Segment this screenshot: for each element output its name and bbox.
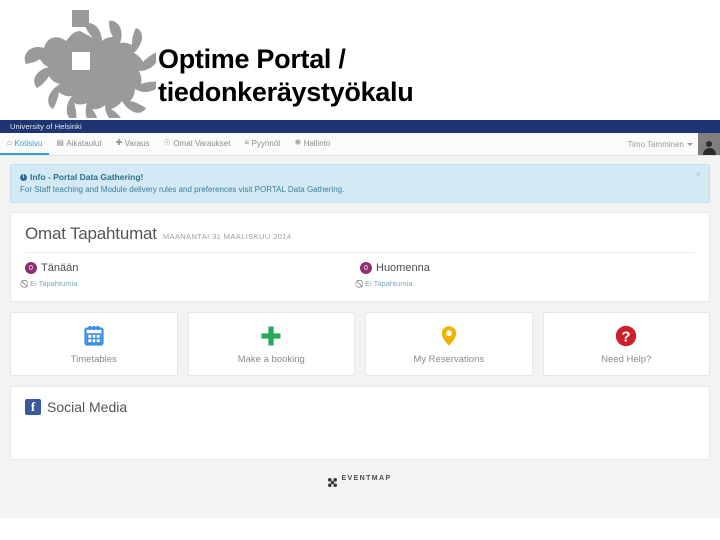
events-column-tomorrow: 0 Huomenna ⃠ Ei Tapahtumia bbox=[360, 262, 695, 288]
home-icon: ⌂ bbox=[7, 138, 12, 147]
tile-label: Timetables bbox=[70, 354, 117, 365]
status-badge: 0 bbox=[25, 262, 37, 274]
tile-label: Need Help? bbox=[601, 354, 652, 365]
user-name-label: Timo Tamminen bbox=[627, 139, 684, 149]
nav-item-aikataulut[interactable]: ▤ Aikataulut bbox=[49, 133, 108, 155]
tile-timetables[interactable]: Timetables bbox=[10, 312, 178, 376]
question-circle-icon: ? bbox=[614, 323, 638, 349]
info-alert: i Info - Portal Data Gathering! For Staf… bbox=[10, 164, 710, 203]
nav-item-varaus[interactable]: ✚ Varaus bbox=[109, 133, 157, 155]
map-pin-icon bbox=[437, 323, 461, 349]
book-icon: ▤ bbox=[56, 138, 64, 147]
calendar-icon bbox=[82, 323, 106, 349]
nav-item-kotisivu[interactable]: ⌂ Kotisivu bbox=[0, 133, 50, 155]
organisation-brand-bar: University of Helsinki bbox=[0, 120, 720, 133]
avatar[interactable] bbox=[698, 133, 720, 155]
app-footer: EVENTMAP bbox=[10, 470, 710, 487]
my-events-date: MAANANTAI 31 MAALISKUU 2014 bbox=[162, 232, 292, 241]
facebook-icon[interactable]: f bbox=[25, 399, 41, 415]
social-media-card: f Social Media bbox=[10, 386, 710, 460]
organisation-name: University of Helsinki bbox=[10, 122, 82, 131]
list-icon: ≡ bbox=[244, 138, 250, 147]
nav-item-label: Pyynnöt bbox=[251, 138, 281, 148]
nav-item-label: Omat Varaukset bbox=[173, 138, 231, 148]
tile-label: Make a booking bbox=[237, 354, 305, 365]
svg-text:?: ? bbox=[622, 329, 631, 346]
social-media-row[interactable]: f Social Media bbox=[25, 399, 695, 415]
info-alert-body: For Staff teaching and Module delivery r… bbox=[20, 185, 345, 194]
page-content: i Info - Portal Data Gathering! For Staf… bbox=[0, 156, 720, 518]
optime-portal-screenshot: University of Helsinki ⌂ Kotisivu ▤ Aika… bbox=[0, 120, 720, 518]
nav-item-list: ⌂ Kotisivu ▤ Aikataulut ✚ Varaus ☉ Omat … bbox=[0, 133, 337, 155]
plus-icon: ✚ bbox=[115, 138, 123, 147]
my-events-header: Omat Tapahtumat MAANANTAI 31 MAALISKUU 2… bbox=[25, 224, 695, 253]
nav-item-label: Aikataulut bbox=[66, 138, 102, 148]
tile-need-help[interactable]: ? Need Help? bbox=[542, 312, 710, 376]
social-media-label: Social Media bbox=[47, 399, 128, 415]
slide-header: Optime Portal / tiedonkeräystyökalu bbox=[0, 0, 720, 120]
nav-item-omat-varaukset[interactable]: ☉ Omat Varaukset bbox=[157, 133, 238, 155]
nav-item-label: Varaus bbox=[124, 138, 150, 148]
tile-my-reservations[interactable]: My Reservations bbox=[365, 312, 533, 376]
tile-label: My Reservations bbox=[413, 354, 485, 365]
gear-icon: ❋ bbox=[294, 138, 302, 147]
plus-icon bbox=[259, 323, 283, 349]
university-of-helsinki-flame-logo bbox=[24, 10, 156, 118]
nav-item-label: Hallinto bbox=[303, 138, 331, 148]
nav-item-hallinto[interactable]: ❋ Hallinto bbox=[288, 133, 338, 155]
nav-right-group: Timo Tamminen bbox=[623, 133, 720, 155]
tile-make-a-booking[interactable]: Make a booking bbox=[187, 312, 355, 376]
quick-action-tiles: Timetables Make a booking My Reservation… bbox=[10, 312, 710, 376]
eventmap-brand-label: EVENTMAP bbox=[341, 475, 392, 482]
status-badge: 0 bbox=[360, 262, 372, 274]
events-tomorrow-empty: ⃠ Ei Tapahtumia bbox=[360, 279, 695, 288]
events-today-empty-label: Ei Tapahtumia bbox=[30, 279, 78, 288]
events-tomorrow-empty-label: Ei Tapahtumia bbox=[365, 279, 413, 288]
events-column-today: 0 Tänään ⃠ Ei Tapahtumia bbox=[25, 262, 360, 288]
chevron-down-icon bbox=[687, 142, 693, 146]
my-events-card: Omat Tapahtumat MAANANTAI 31 MAALISKUU 2… bbox=[10, 212, 710, 302]
info-icon: i bbox=[20, 173, 27, 181]
info-alert-title-row: i Info - Portal Data Gathering! bbox=[20, 172, 700, 182]
user-icon bbox=[701, 139, 717, 155]
map-pin-icon: ☉ bbox=[163, 138, 171, 147]
events-today-heading: 0 Tänään bbox=[25, 262, 360, 274]
main-navigation-bar: ⌂ Kotisivu ▤ Aikataulut ✚ Varaus ☉ Omat … bbox=[0, 133, 720, 156]
info-alert-title: Info - Portal Data Gathering! bbox=[30, 172, 144, 182]
events-today-empty: ⃠ Ei Tapahtumia bbox=[25, 279, 360, 288]
close-icon[interactable]: × bbox=[696, 170, 701, 179]
user-menu[interactable]: Timo Tamminen bbox=[623, 140, 698, 149]
slide-title: Optime Portal / tiedonkeräystyökalu bbox=[158, 44, 414, 107]
events-today-label: Tänään bbox=[41, 262, 79, 274]
nav-item-label: Kotisivu bbox=[14, 138, 43, 148]
my-events-columns: 0 Tänään ⃠ Ei Tapahtumia 0 Huomenna ⃠ bbox=[25, 253, 695, 288]
nav-item-pyynnot[interactable]: ≡ Pyynnöt bbox=[237, 133, 287, 155]
eventmap-logo-icon bbox=[328, 474, 338, 487]
events-tomorrow-heading: 0 Huomenna bbox=[360, 262, 695, 274]
events-tomorrow-label: Huomenna bbox=[376, 262, 430, 274]
my-events-title: Omat Tapahtumat bbox=[25, 224, 157, 243]
